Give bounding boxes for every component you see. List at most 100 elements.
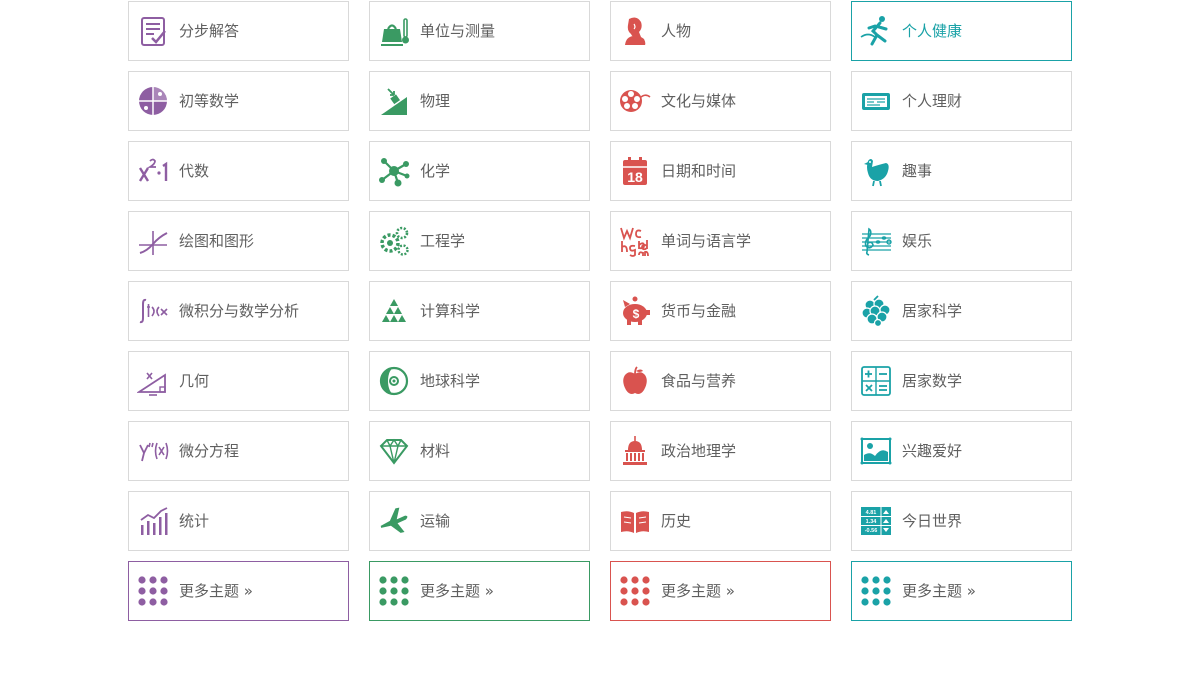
topic-tile[interactable]: 统计 bbox=[128, 491, 349, 551]
topic-tile[interactable]: 个人健康 bbox=[851, 1, 1072, 61]
topic-tile[interactable]: 人物 bbox=[610, 1, 831, 61]
ticker-value: -0.56 bbox=[865, 528, 878, 534]
topic-tile[interactable]: 单位与测量 bbox=[369, 1, 590, 61]
topic-label: 货币与金融 bbox=[661, 302, 737, 320]
more-topics-button[interactable]: 更多主题 » bbox=[851, 561, 1072, 621]
topic-label: 几何 bbox=[179, 372, 210, 390]
diamond-icon bbox=[378, 435, 410, 467]
topic-tile[interactable]: 政治地理学 bbox=[610, 421, 831, 481]
topic-tile[interactable]: 微积分与数学分析 bbox=[128, 281, 349, 341]
grid-dots-icon bbox=[860, 575, 892, 607]
topic-tile[interactable]: 居家科学 bbox=[851, 281, 1072, 341]
topic-tile[interactable]: 工程学 bbox=[369, 211, 590, 271]
topic-tile[interactable]: 娱乐 bbox=[851, 211, 1072, 271]
airplane-icon bbox=[378, 505, 410, 537]
svg-text:$: $ bbox=[633, 307, 640, 321]
topic-tile[interactable]: 代数 bbox=[128, 141, 349, 201]
grid-dots-icon bbox=[378, 575, 410, 607]
algebra-x-squared-icon bbox=[137, 155, 169, 187]
topic-label: 个人健康 bbox=[902, 22, 963, 40]
topic-tile[interactable]: 地球科学 bbox=[369, 351, 590, 411]
more-topics-label: 更多主题 » bbox=[179, 582, 253, 600]
topic-label: 代数 bbox=[179, 162, 210, 180]
topic-tile[interactable]: 居家数学 bbox=[851, 351, 1072, 411]
y-double-prime-icon bbox=[137, 435, 169, 467]
capitol-building-icon bbox=[619, 435, 651, 467]
calendar-icon: 18 bbox=[619, 155, 651, 187]
topic-tile[interactable]: 文化与媒体 bbox=[610, 71, 831, 131]
topic-tile[interactable]: $ 货币与金融 bbox=[610, 281, 831, 341]
topic-label: 单位与测量 bbox=[420, 22, 496, 40]
plot-curve-icon bbox=[137, 225, 169, 257]
integral-icon bbox=[137, 295, 169, 327]
topic-tile[interactable]: 化学 bbox=[369, 141, 590, 201]
topic-label: 历史 bbox=[661, 512, 692, 530]
topic-label: 运输 bbox=[420, 512, 451, 530]
statistics-chart-icon bbox=[137, 505, 169, 537]
topic-label: 物理 bbox=[420, 92, 451, 110]
calendar-day: 18 bbox=[627, 169, 643, 185]
topic-label: 绘图和图形 bbox=[179, 232, 255, 250]
topic-label: 地球科学 bbox=[420, 372, 481, 390]
topic-label: 兴趣爱好 bbox=[902, 442, 963, 460]
topic-tile[interactable]: 兴趣爱好 bbox=[851, 421, 1072, 481]
apple-icon bbox=[619, 365, 651, 397]
more-topics-label: 更多主题 » bbox=[661, 582, 735, 600]
topic-label: 化学 bbox=[420, 162, 451, 180]
topic-label: 趣事 bbox=[902, 162, 933, 180]
topic-tile[interactable]: 分步解答 bbox=[128, 1, 349, 61]
topic-tile[interactable]: 4.81 1.34 -0.56 今日世界 bbox=[851, 491, 1072, 551]
chicken-icon bbox=[860, 155, 892, 187]
piggy-bank-icon: $ bbox=[619, 295, 651, 327]
topic-label: 政治地理学 bbox=[661, 442, 737, 460]
open-book-icon bbox=[619, 505, 651, 537]
topic-label: 个人理财 bbox=[902, 92, 963, 110]
earth-globe-icon bbox=[378, 365, 410, 397]
topic-tile[interactable]: 几何 bbox=[128, 351, 349, 411]
music-staff-icon bbox=[860, 225, 892, 257]
topic-tile[interactable]: 18 日期和时间 bbox=[610, 141, 831, 201]
more-topics-button[interactable]: 更多主题 » bbox=[610, 561, 831, 621]
topic-label: 今日世界 bbox=[902, 512, 963, 530]
topic-tile[interactable]: 材料 bbox=[369, 421, 590, 481]
grid-dots-icon bbox=[137, 575, 169, 607]
more-topics-button[interactable]: 更多主题 » bbox=[128, 561, 349, 621]
topic-label: 食品与营养 bbox=[661, 372, 737, 390]
topic-tile[interactable]: 趣事 bbox=[851, 141, 1072, 201]
topic-label: 单词与语言学 bbox=[661, 232, 752, 250]
ticker-value: 1.34 bbox=[866, 519, 878, 525]
triangle-pattern-icon bbox=[378, 295, 410, 327]
calculator-icon bbox=[860, 365, 892, 397]
topic-tile[interactable]: 计算科学 bbox=[369, 281, 590, 341]
weight-thermometer-icon bbox=[378, 15, 410, 47]
stock-ticker-icon: 4.81 1.34 -0.56 bbox=[860, 505, 892, 537]
topic-tile[interactable]: 食品与营养 bbox=[610, 351, 831, 411]
topic-label: 文化与媒体 bbox=[661, 92, 737, 110]
grid-dots-icon bbox=[619, 575, 651, 607]
person-portrait-icon bbox=[619, 15, 651, 47]
check-card-icon bbox=[860, 85, 892, 117]
letters-icon bbox=[619, 225, 651, 257]
runner-icon bbox=[860, 15, 892, 47]
topic-label: 统计 bbox=[179, 512, 210, 530]
more-topics-label: 更多主题 » bbox=[902, 582, 976, 600]
topic-tile[interactable]: 运输 bbox=[369, 491, 590, 551]
topic-label: 微分方程 bbox=[179, 442, 240, 460]
topic-label: 材料 bbox=[420, 442, 451, 460]
physics-ramp-icon bbox=[378, 85, 410, 117]
topic-tile[interactable]: 单词与语言学 bbox=[610, 211, 831, 271]
topic-tile[interactable]: 绘图和图形 bbox=[128, 211, 349, 271]
topic-tile[interactable]: 历史 bbox=[610, 491, 831, 551]
topic-label: 计算科学 bbox=[420, 302, 481, 320]
topic-tile[interactable]: 初等数学 bbox=[128, 71, 349, 131]
more-topics-button[interactable]: 更多主题 » bbox=[369, 561, 590, 621]
topic-tile[interactable]: 微分方程 bbox=[128, 421, 349, 481]
topic-tile[interactable]: 个人理财 bbox=[851, 71, 1072, 131]
fraction-pie-icon bbox=[137, 85, 169, 117]
topic-label: 人物 bbox=[661, 22, 692, 40]
topic-label: 居家数学 bbox=[902, 372, 963, 390]
topic-tile[interactable]: 物理 bbox=[369, 71, 590, 131]
topic-label: 微积分与数学分析 bbox=[179, 302, 300, 320]
topic-label: 居家科学 bbox=[902, 302, 963, 320]
gears-icon bbox=[378, 225, 410, 257]
